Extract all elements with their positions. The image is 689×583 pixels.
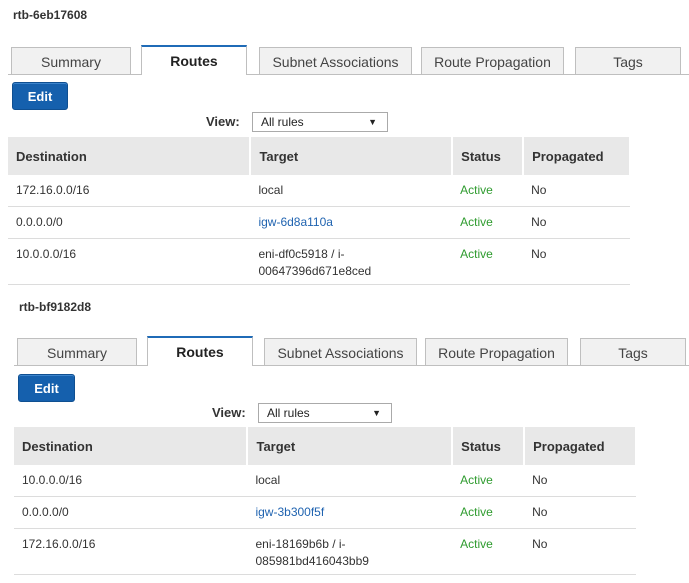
propagated-cell: No [524, 528, 636, 575]
route-table-id: rtb-6eb17608 [13, 8, 88, 22]
propagated-cell: No [523, 175, 630, 207]
chevron-down-icon: ▼ [372, 408, 381, 418]
destination-cell: 10.0.0.0/16 [8, 238, 251, 285]
view-select[interactable]: All rules ▼ [252, 112, 388, 132]
status-cell: Active [452, 496, 525, 529]
tab-summary[interactable]: Summary [11, 47, 131, 75]
column-header-propagated[interactable]: Propagated [524, 427, 637, 465]
propagated-cell: No [523, 206, 630, 239]
target-line-2: 00647396d671e8ced [258, 264, 372, 278]
column-header-status[interactable]: Status [452, 137, 525, 175]
status-cell: Active [452, 528, 525, 575]
view-select-value: All rules [261, 115, 304, 129]
table-row[interactable]: 10.0.0.0/16 eni-df0c5918 / i- 00647396d6… [8, 238, 630, 285]
table-row[interactable]: 0.0.0.0/0 igw-6d8a110a Active No [8, 206, 630, 239]
propagated-cell: No [524, 496, 636, 529]
view-select[interactable]: All rules ▼ [258, 403, 392, 423]
target-cell: local [250, 175, 453, 207]
tab-routes[interactable]: Routes [141, 45, 247, 75]
tab-routes[interactable]: Routes [147, 336, 253, 366]
target-cell: igw-3b300f5f [247, 496, 453, 529]
table-row[interactable]: 172.16.0.0/16 eni-18169b6b / i- 085981bd… [14, 528, 636, 575]
tab-route-propagation[interactable]: Route Propagation [421, 47, 564, 75]
propagated-cell: No [523, 238, 630, 285]
route-table-panel-1: rtb-6eb17608 Summary Routes Subnet Assoc… [0, 0, 689, 290]
tab-bar: Summary Routes Subnet Associations Route… [0, 336, 689, 366]
target-cell: local [247, 465, 453, 497]
target-line-1: eni-df0c5918 / i- [258, 247, 345, 261]
target-cell: eni-df0c5918 / i- 00647396d671e8ced [250, 238, 453, 285]
table-header-row: Destination Target Status Propagated [8, 137, 631, 175]
routes-table: Destination Target Status Propagated 172… [8, 137, 631, 285]
view-label: View: [206, 114, 240, 129]
target-link[interactable]: igw-6d8a110a [258, 215, 333, 229]
table-row[interactable]: 10.0.0.0/16 local Active No [14, 465, 636, 497]
view-select-value: All rules [267, 406, 310, 420]
tab-bar: Summary Routes Subnet Associations Route… [0, 45, 689, 75]
status-cell: Active [452, 175, 524, 207]
destination-cell: 10.0.0.0/16 [14, 465, 248, 497]
destination-cell: 172.16.0.0/16 [14, 528, 248, 575]
target-line-2: 085981bd416043bb9 [255, 554, 369, 568]
routes-table: Destination Target Status Propagated 10.… [14, 427, 637, 575]
table-row[interactable]: 0.0.0.0/0 igw-3b300f5f Active No [14, 496, 636, 529]
column-header-status[interactable]: Status [452, 427, 526, 465]
edit-button[interactable]: Edit [12, 82, 68, 110]
status-cell: Active [452, 238, 524, 285]
target-cell: igw-6d8a110a [250, 206, 453, 239]
destination-cell: 0.0.0.0/0 [8, 206, 251, 239]
tab-subnet-associations[interactable]: Subnet Associations [264, 338, 417, 366]
table-row[interactable]: 172.16.0.0/16 local Active No [8, 175, 630, 207]
target-line-1: eni-18169b6b / i- [255, 537, 346, 551]
column-header-destination[interactable]: Destination [14, 427, 249, 465]
column-header-target[interactable]: Target [247, 427, 454, 465]
column-header-propagated[interactable]: Propagated [523, 137, 631, 175]
tab-subnet-associations[interactable]: Subnet Associations [259, 47, 412, 75]
tab-underline [14, 365, 689, 366]
target-cell: eni-18169b6b / i- 085981bd416043bb9 [247, 528, 453, 575]
column-header-destination[interactable]: Destination [8, 137, 252, 175]
column-header-target[interactable]: Target [250, 137, 454, 175]
tab-tags[interactable]: Tags [580, 338, 686, 366]
table-header-row: Destination Target Status Propagated [14, 427, 637, 465]
edit-button[interactable]: Edit [18, 374, 75, 402]
destination-cell: 0.0.0.0/0 [14, 496, 248, 529]
chevron-down-icon: ▼ [368, 117, 377, 127]
destination-cell: 172.16.0.0/16 [8, 175, 251, 207]
route-table-id: rtb-bf9182d8 [19, 300, 92, 314]
view-label: View: [212, 405, 246, 420]
target-link[interactable]: igw-3b300f5f [255, 505, 324, 519]
propagated-cell: No [524, 465, 636, 497]
status-cell: Active [452, 465, 525, 497]
tab-route-propagation[interactable]: Route Propagation [425, 338, 568, 366]
tab-tags[interactable]: Tags [575, 47, 681, 75]
tab-summary[interactable]: Summary [17, 338, 137, 366]
status-cell: Active [452, 206, 524, 239]
tab-underline [8, 74, 689, 75]
route-table-panel-2: rtb-bf9182d8 Summary Routes Subnet Assoc… [0, 290, 689, 583]
